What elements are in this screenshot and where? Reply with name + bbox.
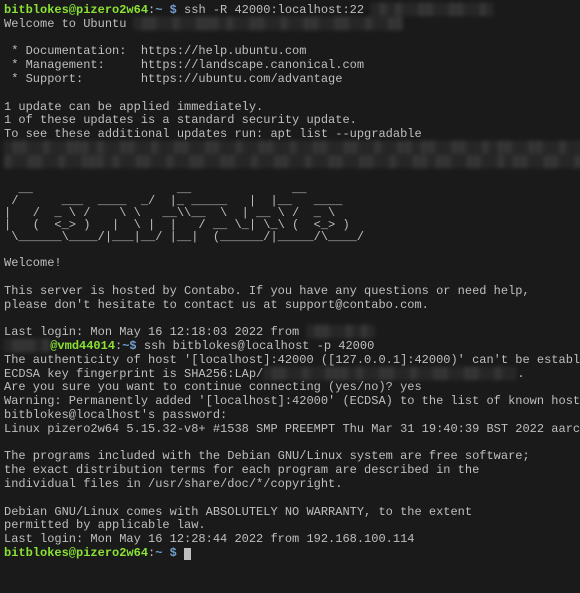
hosted-msg-2: please don't hesitate to contact us at s… (4, 299, 576, 313)
path-1: ~ $ (155, 3, 184, 17)
cursor-icon (184, 548, 191, 560)
auth-msg-2: ECDSA key fingerprint is SHA256:LAp/░▒▒░… (4, 368, 576, 382)
contabo-ascii-5: \______\____/|___|__/ |__| (______/|____… (4, 231, 576, 243)
last-login-2: Last login: Mon May 16 12:28:44 2022 fro… (4, 533, 576, 547)
prompt-line-3[interactable]: bitblokes@pizero2w64:~ $ (4, 547, 576, 561)
user-host-3: bitblokes@pizero2w64 (4, 546, 148, 560)
debian-msg-4: Debian GNU/Linux comes with ABSOLUTELY N… (4, 506, 576, 520)
cmd-1: ssh -R 42000:localhost:22 (184, 3, 364, 17)
update-msg-1: 1 update can be applied immediately. (4, 101, 576, 115)
update-msg-2: 1 of these updates is a standard securit… (4, 114, 576, 128)
mgmt-line: * Management: https://landscape.canonica… (4, 59, 576, 73)
update-msg-3: To see these additional updates run: apt… (4, 128, 576, 142)
last-login-1: Last login: Mon May 16 12:18:03 2022 fro… (4, 326, 576, 340)
debian-msg-5: permitted by applicable law. (4, 519, 576, 533)
support-line: * Support: https://ubuntu.com/advantage (4, 73, 576, 87)
motd-noise-2: ▒░░▒▒░░▒░░▒▒▒░▒░░▒▒░░▒░░▒▒░░▒▒░░▒░░▒▒░░▒… (4, 156, 580, 170)
ssh-dest-obscured: ░▒░▒░░▒▒░░▒▒░░▒░ (371, 4, 494, 18)
debian-msg-2: the exact distribution terms for each pr… (4, 464, 576, 478)
debian-msg-3: individual files in /usr/share/doc/*/cop… (4, 478, 576, 492)
auth-msg-4: Warning: Permanently added '[localhost]:… (4, 395, 576, 409)
prompt-line-2: ░▒▒▒░▒@vmd44014:~$ ssh bitblokes@localho… (4, 340, 576, 354)
hosted-msg-1: This server is hosted by Contabo. If you… (4, 285, 576, 299)
welcome-ubuntu: Welcome to Ubuntu ░▒▒░░▒░░▒▒▒░▒░░▒▒░░▒░░… (4, 18, 576, 32)
prompt-line-1: bitblokes@pizero2w64:~ $ ssh -R 42000:lo… (4, 4, 576, 18)
auth-msg-3: Are you sure you want to continue connec… (4, 381, 576, 395)
motd-noise-1: ░▒▒░░▒░░▒▒▒░▒░░▒▒░░▒░░▒▒░░▒▒░░▒░░▒▒░░▒░░… (4, 142, 580, 156)
cmd-2: ssh bitblokes@localhost -p 42000 (144, 339, 374, 353)
user-obscured-2: ░▒▒▒░▒ (4, 340, 50, 354)
host-2: @vmd44014 (50, 339, 115, 353)
path-2: ~$ (122, 339, 144, 353)
user-host-1: bitblokes@pizero2w64 (4, 3, 148, 17)
debian-msg-1: The programs included with the Debian GN… (4, 450, 576, 464)
auth-msg-1: The authenticity of host '[localhost]:42… (4, 354, 576, 368)
welcome-contabo: Welcome! (4, 257, 576, 271)
auth-msg-5: bitblokes@localhost's password: (4, 409, 576, 423)
doc-line: * Documentation: https://help.ubuntu.com (4, 45, 576, 59)
linux-banner: Linux pizero2w64 5.15.32-v8+ #1538 SMP P… (4, 423, 576, 437)
path-3: ~ $ (155, 546, 184, 560)
